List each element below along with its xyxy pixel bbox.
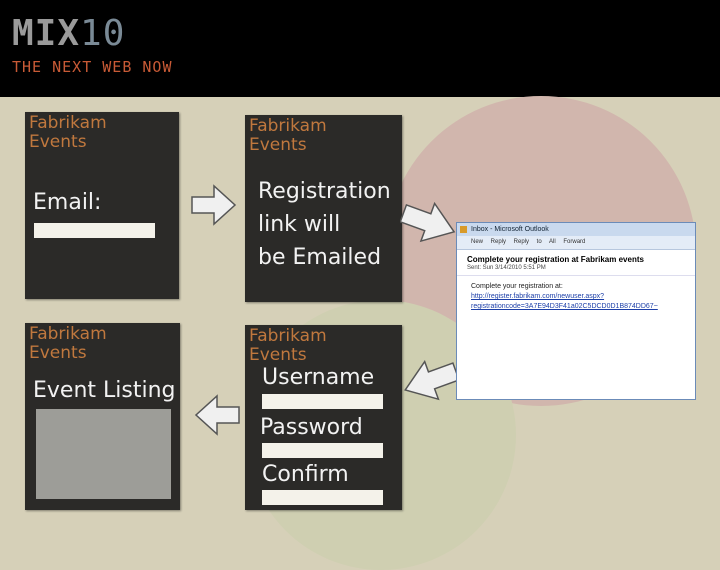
registration-link-line-1[interactable]: http://register.fabrikam.com/newuser.asp… bbox=[471, 292, 681, 302]
outlook-icon bbox=[460, 226, 467, 233]
confirm-field[interactable] bbox=[262, 490, 383, 505]
email-subject: Complete your registration at Fabrikam e… bbox=[467, 255, 644, 264]
tagline: THE NEXT WEB NOW bbox=[12, 58, 173, 76]
password-label: Password bbox=[260, 415, 363, 440]
registration-link-line-2[interactable]: registrationcode=3A7E94D3F41a02C5DCD0D1B… bbox=[471, 302, 681, 312]
brand-line-2: Events bbox=[29, 343, 87, 363]
brand-line-1: Fabrikam bbox=[29, 113, 107, 133]
username-label: Username bbox=[262, 365, 375, 390]
brand-line-2: Events bbox=[29, 132, 87, 152]
fabrikam-logo: Fabrikam Events bbox=[29, 325, 107, 363]
signup-panel: Fabrikam Events Username Password Confir… bbox=[245, 325, 402, 510]
brand-line-1: Fabrikam bbox=[249, 326, 327, 346]
email-panel: Fabrikam Events Email: bbox=[25, 112, 179, 299]
email-body: Complete your registration at: http://re… bbox=[457, 276, 695, 312]
outlook-window-title: Inbox - Microsoft Outlook bbox=[471, 226, 549, 233]
confirm-label: Confirm bbox=[262, 462, 349, 487]
logo-mix-text: MIX bbox=[12, 13, 81, 54]
arrow-right-icon bbox=[191, 184, 237, 226]
event-listing-panel: Fabrikam Events Event Listing bbox=[25, 323, 180, 510]
fabrikam-logo: Fabrikam Events bbox=[249, 327, 327, 365]
email-sent-date: Sent: Sun 3/14/2010 5:51 PM bbox=[457, 264, 695, 276]
arrow-down-left-icon bbox=[404, 360, 460, 401]
fabrikam-logo: Fabrikam Events bbox=[29, 114, 107, 152]
email-body-intro: Complete your registration at: bbox=[471, 283, 563, 290]
mix10-logo: MIX10 bbox=[12, 14, 125, 54]
fabrikam-logo: Fabrikam Events bbox=[249, 117, 327, 155]
registration-line-1: Registration bbox=[258, 179, 391, 204]
outlook-email-window: Inbox - Microsoft Outlook New Reply Repl… bbox=[456, 222, 696, 400]
arrow-left-icon bbox=[194, 394, 240, 436]
brand-line-1: Fabrikam bbox=[29, 324, 107, 344]
header-bar: MIX10 THE NEXT WEB NOW bbox=[0, 0, 720, 97]
registration-line-3: be Emailed bbox=[258, 245, 382, 270]
email-label: Email: bbox=[33, 190, 102, 215]
event-listing-label: Event Listing bbox=[33, 378, 176, 403]
outlook-title-bar: Inbox - Microsoft Outlook bbox=[457, 223, 695, 236]
password-field[interactable] bbox=[262, 443, 383, 458]
brand-line-2: Events bbox=[249, 135, 307, 155]
registration-message: Registration link will be Emailed bbox=[258, 175, 391, 274]
username-field[interactable] bbox=[262, 394, 383, 409]
registration-line-2: link will bbox=[258, 212, 341, 237]
arrow-down-right-icon bbox=[400, 201, 456, 243]
email-field[interactable] bbox=[34, 223, 155, 238]
registration-panel: Fabrikam Events Registration link will b… bbox=[245, 115, 402, 302]
event-listing-placeholder bbox=[36, 409, 171, 499]
logo-number-text: 10 bbox=[80, 13, 126, 54]
brand-line-1: Fabrikam bbox=[249, 116, 327, 136]
outlook-toolbar[interactable]: New Reply Reply to All Forward bbox=[457, 236, 695, 250]
